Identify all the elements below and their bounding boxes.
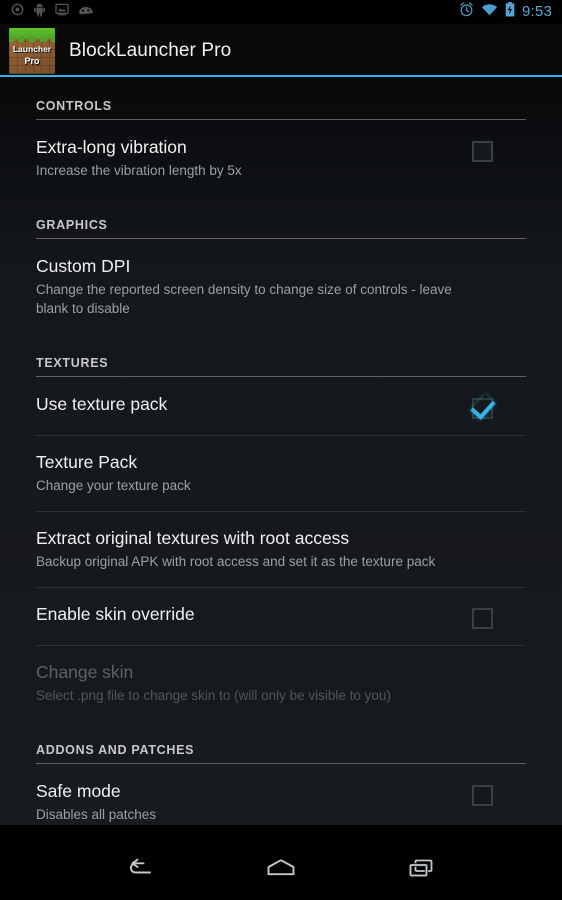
android-robot-icon bbox=[33, 3, 46, 22]
settings-row-control-slot bbox=[472, 136, 498, 162]
settings-row-text: Safe mode Disables all patches bbox=[36, 780, 472, 824]
battery-charging-icon bbox=[505, 2, 515, 22]
settings-scroll-container[interactable]: CONTROLS Extra-long vibration Increase the… bbox=[0, 77, 562, 825]
status-bar-system-icons: 9:53 bbox=[459, 2, 562, 22]
navigation-bar bbox=[0, 835, 562, 900]
wifi-icon bbox=[481, 3, 498, 21]
checkbox-unchecked[interactable] bbox=[472, 141, 493, 162]
settings-row-control-slot bbox=[472, 255, 498, 260]
settings-row-title: Use texture pack bbox=[36, 394, 168, 414]
section-header-label: TEXTURES bbox=[36, 356, 109, 370]
settings-row-summary: Increase the vibration length by 5x bbox=[36, 163, 242, 178]
status-bar: 9:53 bbox=[0, 0, 562, 24]
checkbox-unchecked[interactable] bbox=[472, 785, 493, 806]
section-header: ADDONS AND PATCHES bbox=[0, 721, 562, 764]
section-header: GRAPHICS bbox=[0, 196, 562, 239]
settings-row-summary: Disables all patches bbox=[36, 807, 157, 822]
app-icon: Launcher Pro bbox=[9, 27, 55, 74]
page-title: BlockLauncher Pro bbox=[69, 39, 232, 61]
app-icon-label-line2: Pro bbox=[24, 55, 40, 66]
home-icon[interactable] bbox=[254, 846, 308, 890]
settings-row-text: Use texture pack bbox=[36, 393, 472, 415]
checkbox-checked[interactable] bbox=[472, 398, 493, 419]
circle-dot-icon bbox=[11, 3, 24, 21]
settings-row-summary: Backup original APK with root access and… bbox=[36, 554, 436, 569]
settings-row-title: Safe mode bbox=[36, 781, 121, 801]
settings-row-summary: Change the reported screen density to ch… bbox=[36, 282, 452, 316]
settings-row-control-slot bbox=[472, 451, 498, 456]
settings-row[interactable]: Safe mode Disables all patches bbox=[0, 764, 562, 825]
settings-row[interactable]: Texture Pack Change your texture pack bbox=[0, 435, 562, 511]
section-header-label: GRAPHICS bbox=[36, 218, 108, 232]
android-head-icon bbox=[78, 3, 94, 21]
settings-row-text: Enable skin override bbox=[36, 603, 472, 625]
settings-row-control-slot bbox=[472, 393, 498, 419]
settings-row-title: Texture Pack bbox=[36, 452, 138, 472]
settings-row[interactable]: Extra-long vibration Increase the vibrati… bbox=[0, 120, 562, 196]
settings-row[interactable]: Custom DPI Change the reported screen den… bbox=[0, 239, 562, 334]
app-icon-grass-layer bbox=[9, 27, 55, 42]
action-bar: Launcher Pro BlockLauncher Pro bbox=[0, 24, 562, 77]
device-screen: 9:53 Launcher Pro BlockLauncher Pro CONT… bbox=[0, 0, 562, 900]
section-header: TEXTURES bbox=[0, 334, 562, 377]
settings-row-text: Extra-long vibration Increase the vibrati… bbox=[36, 136, 472, 180]
settings-row[interactable]: Use texture pack bbox=[0, 377, 562, 435]
settings-row-text: Texture Pack Change your texture pack bbox=[36, 451, 472, 495]
recents-icon[interactable] bbox=[395, 846, 449, 890]
back-icon[interactable] bbox=[113, 846, 167, 890]
settings-row-title: Custom DPI bbox=[36, 256, 131, 276]
section-header: CONTROLS bbox=[0, 77, 562, 120]
settings-list: CONTROLS Extra-long vibration Increase the… bbox=[0, 77, 562, 825]
checkbox-unchecked[interactable] bbox=[472, 608, 493, 629]
section-header-label: CONTROLS bbox=[36, 99, 112, 113]
settings-row-title: Change skin bbox=[36, 662, 134, 682]
section-header-label: ADDONS AND PATCHES bbox=[36, 743, 195, 757]
settings-row-control-slot bbox=[472, 780, 498, 806]
status-bar-clock: 9:53 bbox=[522, 3, 552, 20]
screenshot-icon bbox=[55, 3, 69, 21]
settings-row-control-slot bbox=[472, 527, 498, 532]
settings-row-control-slot bbox=[472, 661, 498, 666]
settings-row-text: Extract original textures with root acce… bbox=[36, 527, 472, 571]
settings-row-title: Enable skin override bbox=[36, 604, 195, 624]
settings-row[interactable]: Extract original textures with root acce… bbox=[0, 511, 562, 587]
settings-row[interactable]: Enable skin override bbox=[0, 587, 562, 645]
alarm-clock-icon bbox=[459, 2, 474, 22]
settings-row-summary: Change your texture pack bbox=[36, 478, 191, 493]
settings-row-summary: Select .png file to change skin to (will… bbox=[36, 688, 391, 703]
settings-row-title: Extract original textures with root acce… bbox=[36, 528, 350, 548]
app-icon-label-line1: Launcher bbox=[12, 43, 52, 54]
settings-row-title: Extra-long vibration bbox=[36, 137, 187, 157]
settings-row-text: Custom DPI Change the reported screen den… bbox=[36, 255, 472, 318]
settings-row-text: Change skin Select .png file to change sk… bbox=[36, 661, 472, 705]
status-bar-notification-icons bbox=[0, 3, 94, 22]
settings-row: Change skin Select .png file to change sk… bbox=[0, 645, 562, 721]
settings-row-control-slot bbox=[472, 603, 498, 629]
